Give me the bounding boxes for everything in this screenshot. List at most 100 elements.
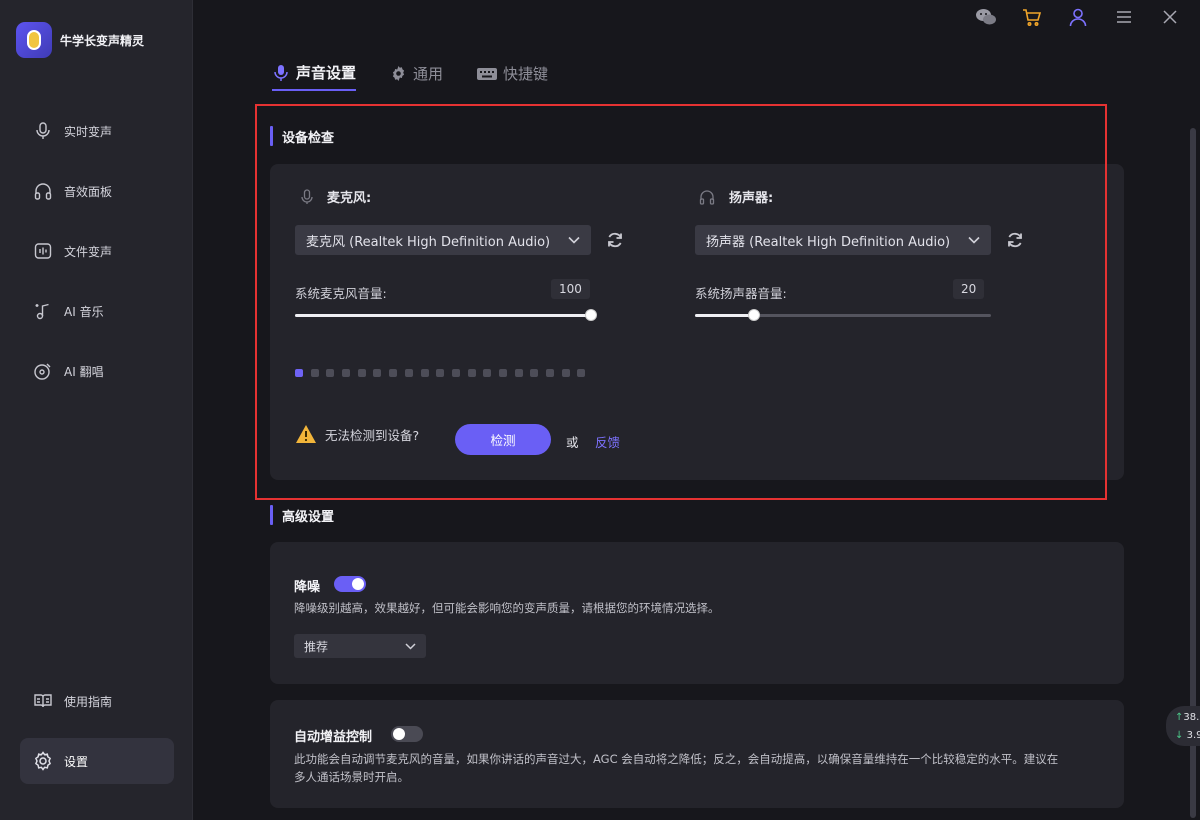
meter-dot	[326, 369, 335, 377]
network-speed-widget: ↑38.6 ↓ 3.9	[1166, 706, 1200, 746]
agc-description-line2: 多人通话场景时开启。	[294, 770, 409, 784]
microphone-volume-value: 100	[551, 279, 590, 299]
speaker-select-value: 扬声器 (Realtek High Definition Audio)	[706, 234, 951, 250]
sidebar-item-sound-board[interactable]: 音效面板	[20, 168, 174, 214]
noise-reduction-toggle[interactable]	[334, 576, 366, 592]
no-device-text: 无法检测到设备?	[325, 427, 420, 443]
meter-dot	[483, 369, 492, 377]
speaker-volume-value: 20	[953, 279, 985, 299]
microphone-volume-label: 系统麦克风音量:	[295, 286, 387, 301]
meter-dot	[342, 369, 351, 377]
meter-dot	[467, 369, 476, 377]
meter-dot	[561, 369, 570, 377]
warning-icon	[295, 424, 317, 444]
meter-dot	[546, 369, 554, 377]
meter-dot	[295, 369, 303, 377]
tab-shortcuts[interactable]: 快捷键	[477, 62, 548, 91]
sidebar-item-guide[interactable]: 使用指南	[20, 678, 174, 724]
section-heading-device-check: 设备检查	[270, 126, 334, 146]
meter-dot	[577, 369, 586, 377]
sidebar-item-settings[interactable]: 设置	[20, 738, 174, 784]
microphone-refresh-icon[interactable]	[605, 230, 625, 250]
headphones-icon	[32, 180, 54, 202]
meter-dot	[514, 369, 523, 377]
slider-thumb[interactable]	[585, 309, 597, 321]
no-device-row: 无法检测到设备?	[295, 424, 419, 444]
agc-title: 自动增益控制	[294, 730, 373, 745]
chevron-down-icon	[568, 233, 580, 248]
app-brand: 牛学长变声精灵	[16, 22, 144, 58]
microphone-icon	[272, 64, 290, 82]
or-text: 或	[566, 435, 579, 450]
tab-label: 声音设置	[296, 64, 357, 82]
settings-tabs: 声音设置 通用 快捷键	[272, 62, 548, 91]
sidebar-item-label: 文件变声	[64, 244, 113, 259]
speaker-refresh-icon[interactable]	[1005, 230, 1025, 250]
app-name: 牛学长变声精灵	[60, 33, 145, 48]
wechat-icon[interactable]	[974, 6, 998, 28]
sidebar: 牛学长变声精灵 实时变声 音效面板 文件变声 AI 音乐 AI 翻唱 使用指南 …	[0, 0, 193, 820]
meter-dot	[451, 369, 460, 377]
microphone-icon	[301, 188, 313, 205]
meter-dot	[530, 369, 539, 377]
speaker-select[interactable]: 扬声器 (Realtek High Definition Audio)	[695, 225, 991, 255]
meter-dot	[436, 369, 445, 377]
section-heading-advanced: 高级设置	[270, 505, 334, 525]
agc-toggle[interactable]	[391, 726, 423, 742]
meter-dot	[404, 369, 413, 377]
meter-dot	[498, 369, 507, 377]
sidebar-item-file-voice[interactable]: 文件变声	[20, 228, 174, 274]
gear-icon	[32, 750, 54, 772]
noise-level-value: 推荐	[304, 639, 329, 654]
microphone-volume-slider[interactable]	[295, 308, 597, 322]
download-arrow-icon: ↓	[1175, 730, 1184, 741]
microphone-icon	[32, 120, 54, 142]
sidebar-item-label: 设置	[64, 754, 89, 769]
tab-general[interactable]: 通用	[390, 62, 443, 91]
sidebar-item-realtime-voice[interactable]: 实时变声	[20, 108, 174, 154]
noise-level-select[interactable]: 推荐	[294, 634, 426, 658]
meter-dot	[373, 369, 382, 377]
sidebar-item-label: AI 音乐	[64, 304, 104, 319]
audio-file-icon	[32, 240, 54, 262]
sidebar-item-ai-cover[interactable]: AI 翻唱	[20, 348, 174, 394]
chevron-down-icon	[968, 233, 980, 248]
agc-description-line1: 此功能会自动调节麦克风的音量，如果你讲话的声音过大，AGC 会自动将之降低；反之…	[294, 752, 1059, 766]
download-speed: 3.9	[1186, 730, 1200, 741]
meter-dot	[420, 369, 429, 377]
meter-dot	[357, 369, 366, 377]
feedback-link[interactable]: 反馈	[595, 432, 620, 451]
close-icon[interactable]	[1158, 6, 1182, 28]
tab-label: 快捷键	[503, 65, 549, 83]
slider-thumb[interactable]	[748, 309, 761, 321]
tab-label: 通用	[413, 65, 444, 83]
mic-level-meter	[295, 369, 586, 377]
cart-icon[interactable]	[1020, 6, 1044, 28]
noise-reduction-description: 降噪级别越高，效果越好，但可能会影响您的变声质量，请根据您的环境情况选择。	[294, 601, 720, 615]
keyboard-icon	[477, 67, 498, 81]
meter-dot	[310, 369, 319, 377]
speaker-volume-slider[interactable]	[695, 308, 991, 322]
speaker-volume-label: 系统扬声器音量:	[695, 286, 787, 301]
app-logo	[16, 22, 52, 58]
music-note-sparkle-icon	[32, 300, 54, 322]
chevron-down-icon	[405, 639, 416, 653]
sidebar-item-label: 实时变声	[64, 124, 113, 139]
sidebar-item-label: 使用指南	[64, 694, 113, 709]
sidebar-item-label: 音效面板	[64, 184, 113, 199]
microphone-select[interactable]: 麦克风 (Realtek High Definition Audio)	[295, 225, 591, 255]
microphone-select-value: 麦克风 (Realtek High Definition Audio)	[306, 234, 551, 250]
sidebar-item-ai-music[interactable]: AI 音乐	[20, 288, 174, 334]
user-icon[interactable]	[1066, 6, 1090, 28]
menu-icon[interactable]	[1112, 6, 1136, 28]
speaker-label: 扬声器:	[699, 187, 773, 206]
headphones-icon	[699, 189, 715, 205]
tab-sound-settings[interactable]: 声音设置	[272, 62, 357, 91]
book-icon	[32, 690, 54, 712]
window-toolbar	[974, 6, 1182, 28]
meter-dot	[389, 369, 398, 377]
gear-icon	[390, 65, 407, 82]
detect-button[interactable]: 检测	[455, 424, 551, 455]
sidebar-item-label: AI 翻唱	[64, 364, 104, 379]
vinyl-mic-icon	[32, 360, 54, 382]
